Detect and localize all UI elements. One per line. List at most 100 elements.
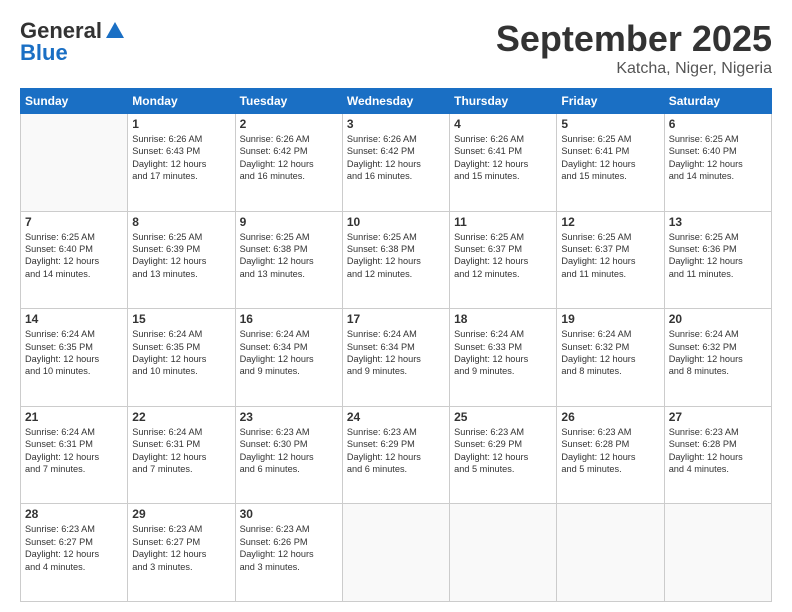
logo: General Blue [20,18,126,66]
col-thursday: Thursday [450,89,557,114]
title-block: September 2025 Katcha, Niger, Nigeria [496,18,772,78]
table-row: 28Sunrise: 6:23 AMSunset: 6:27 PMDayligh… [21,504,128,602]
day-info: Sunrise: 6:24 AMSunset: 6:31 PMDaylight:… [25,426,123,476]
col-friday: Friday [557,89,664,114]
table-row: 3 Sunrise: 6:26 AMSunset: 6:42 PMDaylight… [342,114,449,212]
day-info: Sunrise: 6:26 AMSunset: 6:43 PMDaylight:… [132,133,230,183]
table-row: 24 Sunrise: 6:23 AMSunset: 6:29 PMDayligh… [342,406,449,504]
day-number: 26 [561,410,659,424]
calendar-week-row: 21 Sunrise: 6:24 AMSunset: 6:31 PMDayligh… [21,406,772,504]
table-row: 29 Sunrise: 6:23 AMSunset: 6:27 PMDayligh… [128,504,235,602]
table-row: 5Sunrise: 6:25 AMSunset: 6:41 PMDaylight… [557,114,664,212]
day-info: Sunrise: 6:25 AMSunset: 6:38 PMDaylight:… [240,231,338,281]
table-row: 23 Sunrise: 6:23 AMSunset: 6:30 PMDayligh… [235,406,342,504]
day-info: Sunrise: 6:25 AMSunset: 6:40 PMDaylight:… [25,231,123,281]
col-tuesday: Tuesday [235,89,342,114]
day-info: Sunrise: 6:25 AMSunset: 6:39 PMDaylight:… [132,231,230,281]
table-row [21,114,128,212]
day-number: 30 [240,507,338,521]
table-row: 18 Sunrise: 6:24 AMSunset: 6:33 PMDayligh… [450,309,557,407]
day-info: Sunrise: 6:25 AMSunset: 6:41 PMDaylight:… [561,133,659,183]
day-info: Sunrise: 6:23 AMSunset: 6:29 PMDaylight:… [454,426,552,476]
day-info: Sunrise: 6:26 AMSunset: 6:42 PMDaylight:… [347,133,445,183]
col-sunday: Sunday [21,89,128,114]
col-saturday: Saturday [664,89,771,114]
day-info: Sunrise: 6:25 AMSunset: 6:40 PMDaylight:… [669,133,767,183]
day-number: 20 [669,312,767,326]
day-info: Sunrise: 6:26 AMSunset: 6:41 PMDaylight:… [454,133,552,183]
day-number: 24 [347,410,445,424]
table-row [664,504,771,602]
logo-icon [104,20,126,42]
table-row: 21 Sunrise: 6:24 AMSunset: 6:31 PMDayligh… [21,406,128,504]
table-row [342,504,449,602]
day-number: 25 [454,410,552,424]
day-info: Sunrise: 6:26 AMSunset: 6:42 PMDaylight:… [240,133,338,183]
day-info: Sunrise: 6:24 AMSunset: 6:33 PMDaylight:… [454,328,552,378]
day-number: 22 [132,410,230,424]
header: General Blue September 2025 Katcha, Nige… [20,18,772,78]
day-number: 7 [25,215,123,229]
day-number: 16 [240,312,338,326]
day-number: 27 [669,410,767,424]
day-info: Sunrise: 6:25 AMSunset: 6:37 PMDaylight:… [454,231,552,281]
table-row: 16 Sunrise: 6:24 AMSunset: 6:34 PMDayligh… [235,309,342,407]
day-number: 12 [561,215,659,229]
table-row [557,504,664,602]
day-number: 11 [454,215,552,229]
day-info: Sunrise: 6:23 AMSunset: 6:27 PMDaylight:… [25,523,123,573]
table-row: 19 Sunrise: 6:24 AMSunset: 6:32 PMDayligh… [557,309,664,407]
day-info: Sunrise: 6:25 AMSunset: 6:38 PMDaylight:… [347,231,445,281]
day-number: 17 [347,312,445,326]
calendar-subtitle: Katcha, Niger, Nigeria [496,60,772,78]
table-row: 22 Sunrise: 6:24 AMSunset: 6:31 PMDayligh… [128,406,235,504]
day-info: Sunrise: 6:24 AMSunset: 6:31 PMDaylight:… [132,426,230,476]
day-info: Sunrise: 6:24 AMSunset: 6:32 PMDaylight:… [669,328,767,378]
table-row: 13Sunrise: 6:25 AMSunset: 6:36 PMDayligh… [664,211,771,309]
logo-blue: Blue [20,40,68,66]
day-info: Sunrise: 6:23 AMSunset: 6:27 PMDaylight:… [132,523,230,573]
table-row: 1 Sunrise: 6:26 AMSunset: 6:43 PMDaylight… [128,114,235,212]
table-row: 27 Sunrise: 6:23 AMSunset: 6:28 PMDayligh… [664,406,771,504]
day-number: 18 [454,312,552,326]
day-number: 6 [669,117,767,131]
day-number: 14 [25,312,123,326]
table-row: 15Sunrise: 6:24 AMSunset: 6:35 PMDayligh… [128,309,235,407]
table-row: 7 Sunrise: 6:25 AMSunset: 6:40 PMDaylight… [21,211,128,309]
table-row: 9 Sunrise: 6:25 AMSunset: 6:38 PMDaylight… [235,211,342,309]
day-number: 3 [347,117,445,131]
day-number: 21 [25,410,123,424]
day-number: 9 [240,215,338,229]
table-row: 26 Sunrise: 6:23 AMSunset: 6:28 PMDayligh… [557,406,664,504]
table-row: 6 Sunrise: 6:25 AMSunset: 6:40 PMDaylight… [664,114,771,212]
table-row: 4 Sunrise: 6:26 AMSunset: 6:41 PMDaylight… [450,114,557,212]
calendar-table: Sunday Monday Tuesday Wednesday Thursday… [20,88,772,602]
day-info: Sunrise: 6:23 AMSunset: 6:28 PMDaylight:… [561,426,659,476]
day-number: 10 [347,215,445,229]
day-info: Sunrise: 6:24 AMSunset: 6:34 PMDaylight:… [240,328,338,378]
day-number: 23 [240,410,338,424]
calendar-week-row: 7 Sunrise: 6:25 AMSunset: 6:40 PMDaylight… [21,211,772,309]
table-row: 14 Sunrise: 6:24 AMSunset: 6:35 PMDayligh… [21,309,128,407]
calendar-week-row: 28Sunrise: 6:23 AMSunset: 6:27 PMDayligh… [21,504,772,602]
table-row: 30Sunrise: 6:23 AMSunset: 6:26 PMDayligh… [235,504,342,602]
day-number: 4 [454,117,552,131]
day-number: 29 [132,507,230,521]
day-number: 19 [561,312,659,326]
calendar-week-row: 14 Sunrise: 6:24 AMSunset: 6:35 PMDayligh… [21,309,772,407]
day-info: Sunrise: 6:23 AMSunset: 6:30 PMDaylight:… [240,426,338,476]
table-row: 10 Sunrise: 6:25 AMSunset: 6:38 PMDayligh… [342,211,449,309]
day-number: 1 [132,117,230,131]
calendar-title: September 2025 [496,18,772,60]
table-row: 2 Sunrise: 6:26 AMSunset: 6:42 PMDaylight… [235,114,342,212]
day-info: Sunrise: 6:23 AMSunset: 6:29 PMDaylight:… [347,426,445,476]
page: General Blue September 2025 Katcha, Nige… [0,0,792,612]
day-number: 2 [240,117,338,131]
table-row: 12Sunrise: 6:25 AMSunset: 6:37 PMDayligh… [557,211,664,309]
day-info: Sunrise: 6:24 AMSunset: 6:32 PMDaylight:… [561,328,659,378]
col-monday: Monday [128,89,235,114]
day-info: Sunrise: 6:23 AMSunset: 6:28 PMDaylight:… [669,426,767,476]
day-info: Sunrise: 6:25 AMSunset: 6:36 PMDaylight:… [669,231,767,281]
day-number: 8 [132,215,230,229]
day-info: Sunrise: 6:24 AMSunset: 6:35 PMDaylight:… [25,328,123,378]
